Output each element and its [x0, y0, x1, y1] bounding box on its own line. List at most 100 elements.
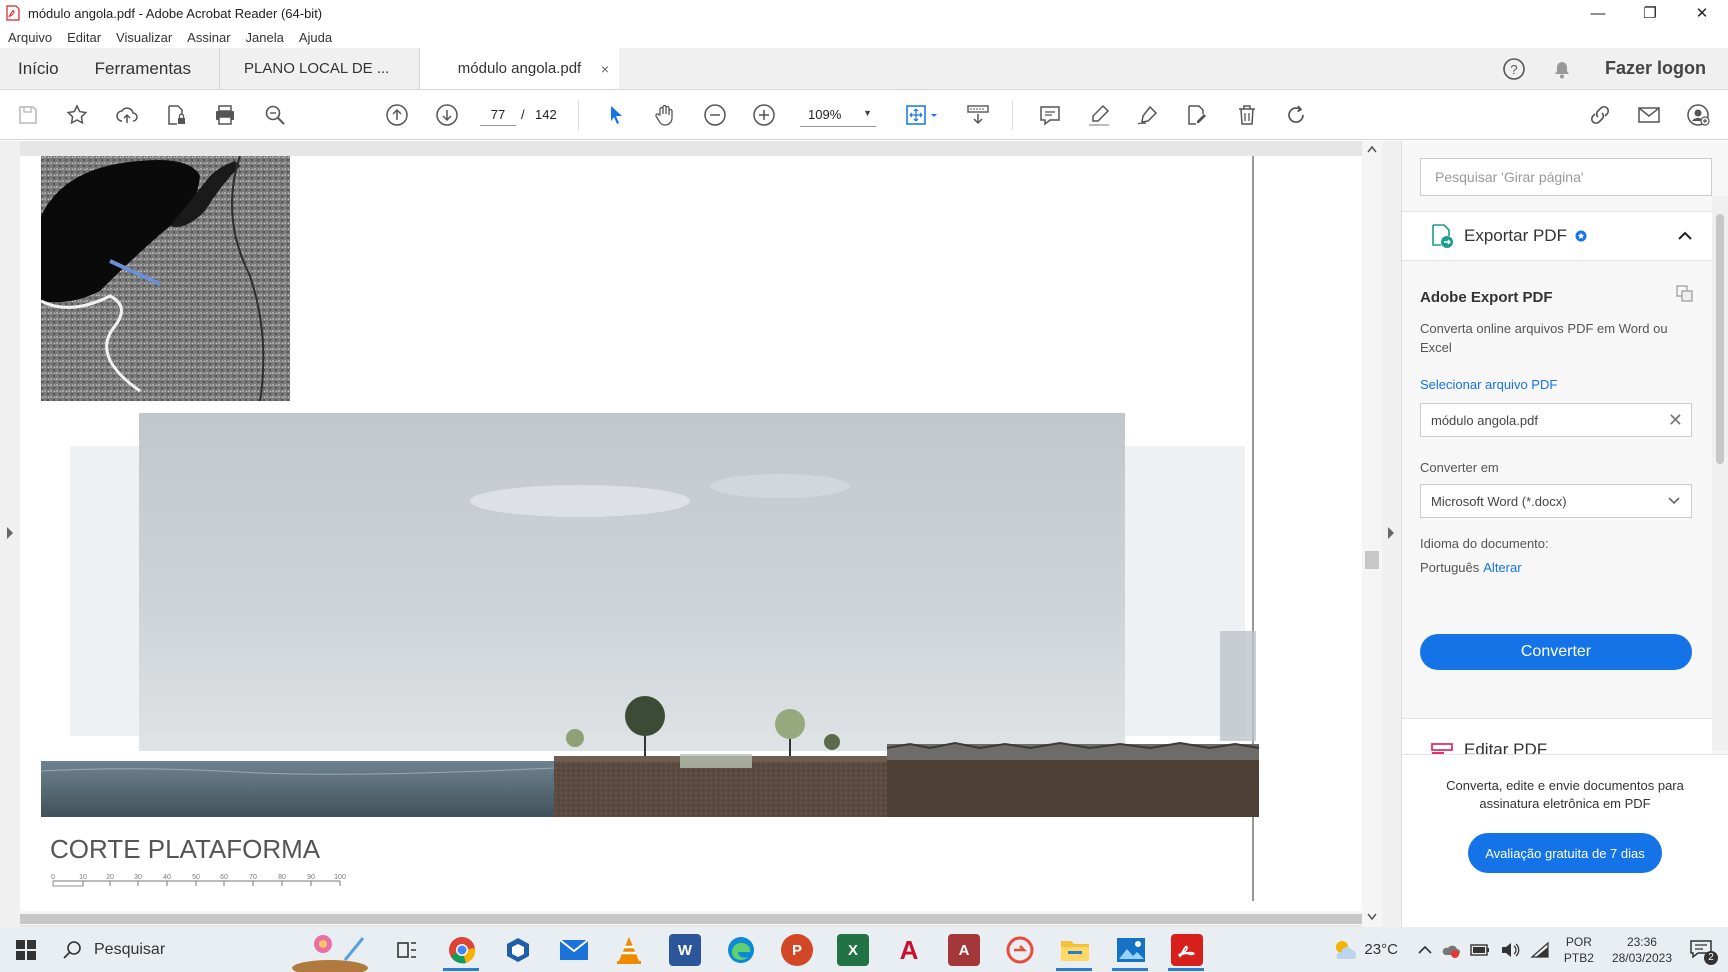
zoom-level-dropdown[interactable]: 109% ▼: [800, 103, 876, 127]
close-window-button[interactable]: ✕: [1676, 0, 1728, 26]
battery-icon[interactable]: [1470, 943, 1490, 957]
tools-search-input[interactable]: Pesquisar 'Girar página': [1420, 158, 1712, 196]
menu-editar[interactable]: Editar: [67, 30, 101, 45]
close-tab-icon[interactable]: ×: [601, 61, 609, 77]
selected-file-field[interactable]: módulo angola.pdf ✕: [1420, 403, 1692, 437]
expand-left-panel-icon[interactable]: [5, 526, 15, 540]
weather-sun-cloud-icon: [1336, 940, 1357, 959]
powerpoint-icon[interactable]: P: [781, 934, 813, 966]
sign-pen-icon[interactable]: [1134, 102, 1162, 128]
notifications-bell-icon[interactable]: [1549, 56, 1575, 82]
excel-icon[interactable]: X: [837, 934, 869, 966]
start-button[interactable]: [0, 927, 52, 972]
zoom-search-icon[interactable]: [261, 102, 289, 128]
pane-scroll-thumb[interactable]: [1716, 214, 1724, 464]
file-explorer-icon[interactable]: [1059, 934, 1091, 966]
export-pdf-header[interactable]: Exportar PDF: [1402, 211, 1712, 261]
document-viewer[interactable]: CORTE PLATAFORMA 0 10 20 30 40 50 60 70 …: [0, 141, 1401, 927]
bookmark-star-icon[interactable]: [63, 102, 91, 128]
collapse-right-panel-icon[interactable]: [1386, 526, 1396, 540]
wifi-icon[interactable]: [1530, 941, 1550, 959]
access-icon[interactable]: A: [948, 934, 980, 966]
convert-button[interactable]: Converter: [1420, 634, 1692, 670]
chrome-icon[interactable]: [446, 934, 478, 966]
scale-tick-label: 70: [249, 874, 257, 881]
change-language-link[interactable]: Alterar: [1483, 560, 1521, 575]
sketchup-icon[interactable]: [502, 934, 534, 966]
current-page-input[interactable]: 77: [480, 104, 516, 126]
print-icon[interactable]: [211, 102, 239, 128]
select-file-link[interactable]: Selecionar arquivo PDF: [1420, 377, 1557, 392]
scroll-up-arrow-icon[interactable]: [1367, 145, 1377, 153]
photos-icon[interactable]: [1115, 934, 1147, 966]
help-icon[interactable]: ?: [1501, 56, 1527, 82]
previous-page-icon[interactable]: [383, 102, 411, 128]
convert-format-select[interactable]: Microsoft Word (*.docx): [1420, 484, 1692, 518]
scroll-mode-icon[interactable]: [962, 102, 994, 128]
vlc-icon[interactable]: [613, 934, 645, 966]
acrobat-taskbar-icon[interactable]: [1171, 934, 1203, 966]
scroll-down-arrow-icon[interactable]: [1367, 913, 1377, 921]
rotate-icon[interactable]: [1282, 102, 1310, 128]
menu-janela[interactable]: Janela: [246, 30, 284, 45]
collapse-chevron-up-icon[interactable]: [1678, 231, 1692, 241]
tab-plano-local[interactable]: PLANO LOCAL DE ...: [219, 48, 419, 89]
media-player-icon[interactable]: [1004, 934, 1036, 966]
word-icon[interactable]: W: [669, 934, 701, 966]
add-user-icon[interactable]: [1684, 102, 1712, 128]
task-view-icon[interactable]: [391, 934, 423, 966]
vertical-scrollbar[interactable]: [1362, 141, 1382, 927]
pane-scrollbar[interactable]: [1712, 196, 1728, 751]
remove-file-icon[interactable]: ✕: [1668, 410, 1683, 431]
menu-arquivo[interactable]: Arquivo: [8, 30, 52, 45]
free-trial-button[interactable]: Avaliação gratuita de 7 dias: [1468, 833, 1662, 873]
edge-icon[interactable]: [725, 934, 757, 966]
tab-modulo-angola[interactable]: módulo angola.pdf ×: [419, 48, 620, 89]
comment-icon[interactable]: [1036, 102, 1064, 128]
tab-home[interactable]: Início: [0, 48, 77, 89]
language-value: Português: [1420, 560, 1480, 575]
convert-format-value: Microsoft Word (*.docx): [1431, 494, 1567, 509]
input-language[interactable]: POR PTB2: [1564, 934, 1594, 966]
volume-icon[interactable]: [1500, 941, 1520, 959]
horizontal-scroll-thumb[interactable]: [20, 914, 1362, 924]
pdf-page: CORTE PLATAFORMA 0 10 20 30 40 50 60 70 …: [20, 155, 1362, 916]
next-page-icon[interactable]: [433, 102, 461, 128]
chevron-down-icon: [1668, 497, 1680, 505]
select-cursor-icon[interactable]: [602, 102, 630, 128]
tray-expand-chevron-icon[interactable]: [1418, 945, 1432, 955]
login-button[interactable]: Fazer logon: [1605, 58, 1706, 79]
notification-center-icon[interactable]: 2: [1688, 935, 1718, 965]
fit-page-icon[interactable]: [900, 102, 942, 128]
document-lock-icon[interactable]: [162, 102, 190, 128]
horizontal-scrollbar[interactable]: [20, 911, 1362, 925]
edit-document-icon[interactable]: [1183, 102, 1211, 128]
menu-assinar[interactable]: Assinar: [187, 30, 230, 45]
section-platform: [554, 761, 887, 817]
share-link-icon[interactable]: [1586, 102, 1614, 128]
delete-trash-icon[interactable]: [1233, 102, 1261, 128]
onedrive-icon[interactable]: [1442, 941, 1460, 959]
email-icon[interactable]: [1635, 102, 1663, 128]
copy-icon[interactable]: [1676, 285, 1694, 303]
right-collapse-strip[interactable]: [1382, 141, 1401, 927]
tab-tools[interactable]: Ferramentas: [77, 48, 219, 89]
clock[interactable]: 23:36 28/03/2023: [1612, 934, 1672, 966]
upload-cloud-icon[interactable]: [113, 102, 141, 128]
menu-visualizar[interactable]: Visualizar: [116, 30, 172, 45]
scale-tick-label: 50: [192, 874, 200, 881]
mail-icon[interactable]: [558, 934, 590, 966]
autocad-icon[interactable]: A: [893, 934, 925, 966]
left-collapse-strip[interactable]: [0, 141, 20, 927]
edit-pdf-header[interactable]: Editar PDF: [1402, 718, 1712, 754]
highlight-pen-icon[interactable]: [1085, 102, 1113, 128]
zoom-out-icon[interactable]: [701, 102, 729, 128]
restore-button[interactable]: ❐: [1624, 0, 1676, 26]
menu-ajuda[interactable]: Ajuda: [299, 30, 332, 45]
save-icon[interactable]: [14, 102, 42, 128]
notification-count-badge: 2: [1704, 950, 1718, 965]
vertical-scroll-thumb[interactable]: [1365, 551, 1379, 569]
hand-tool-icon[interactable]: [651, 102, 679, 128]
zoom-in-icon[interactable]: [750, 102, 778, 128]
minimize-button[interactable]: —: [1572, 0, 1624, 26]
